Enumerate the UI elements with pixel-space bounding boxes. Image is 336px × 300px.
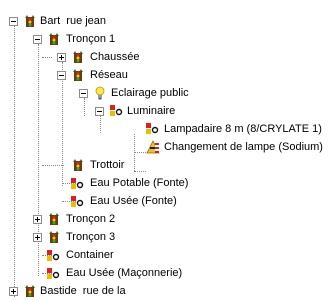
tree-line xyxy=(42,57,52,58)
traffic-light-icon xyxy=(71,51,85,64)
traffic-light-icon xyxy=(47,33,61,46)
tree-node-label[interactable]: Réseau xyxy=(90,68,128,82)
expand-toggle[interactable] xyxy=(57,53,66,62)
tree-line xyxy=(62,62,63,186)
expand-toggle[interactable] xyxy=(33,233,42,242)
lamp-node-icon xyxy=(71,195,85,208)
tree-line xyxy=(100,116,101,133)
tree-node-label[interactable]: Tronçon 2 xyxy=(66,212,115,226)
tree-line xyxy=(14,26,15,297)
traffic-light-icon xyxy=(47,231,61,244)
lamp-node-icon xyxy=(110,104,124,117)
tree-node-label[interactable]: Changement de lampe (Sodium) xyxy=(164,140,323,154)
tree-node-label[interactable]: Luminaire xyxy=(127,104,175,118)
expand-toggle[interactable] xyxy=(9,287,18,296)
collapse-toggle[interactable] xyxy=(57,71,66,80)
traffic-light-icon xyxy=(23,15,37,28)
tree-line xyxy=(42,165,64,166)
tree-line xyxy=(134,171,146,172)
traffic-light-icon xyxy=(23,285,37,298)
tree-node-label[interactable]: Container xyxy=(66,248,114,262)
collapse-toggle[interactable] xyxy=(33,35,42,44)
traffic-light-icon xyxy=(71,69,85,82)
tree-view: Bart rue jean Tronçon 1 Chaussée Réseau … xyxy=(0,0,336,300)
tree-node-label[interactable]: Eau Usée (Fonte) xyxy=(90,194,177,208)
collapse-toggle[interactable] xyxy=(79,89,88,98)
tree-node-label[interactable]: Tronçon 3 xyxy=(66,230,115,244)
tree-node-label[interactable]: Bastide rue de la xyxy=(40,284,126,298)
lamp-node-icon xyxy=(47,267,61,280)
tree-line xyxy=(134,152,146,153)
light-bulb-icon xyxy=(93,86,107,100)
expand-toggle[interactable] xyxy=(33,215,42,224)
tree-node-label[interactable]: Eau Usée (Maçonnerie) xyxy=(66,266,182,280)
lamp-node-icon xyxy=(146,122,160,135)
tree-node-label[interactable]: Eclairage public xyxy=(111,86,189,100)
collapse-toggle[interactable] xyxy=(95,107,104,116)
tree-node-label[interactable]: Eau Potable (Fonte) xyxy=(90,176,188,190)
lamp-node-icon xyxy=(47,249,61,262)
tree-node-label[interactable]: Tronçon 1 xyxy=(66,32,115,46)
tree-line xyxy=(84,98,85,116)
tree-node-label[interactable]: Lampadaire 8 m (8/CRYLATE 1) xyxy=(164,122,322,136)
lamp-node-icon xyxy=(71,177,85,190)
road-works-icon xyxy=(146,140,160,154)
collapse-toggle[interactable] xyxy=(9,17,18,26)
tree-node-label[interactable]: Bart rue jean xyxy=(40,14,106,28)
tree-node-label[interactable]: Trottoir xyxy=(90,158,124,172)
traffic-light-icon xyxy=(47,213,61,226)
traffic-light-icon xyxy=(71,159,85,172)
tree-node-label[interactable]: Chaussée xyxy=(90,50,140,64)
